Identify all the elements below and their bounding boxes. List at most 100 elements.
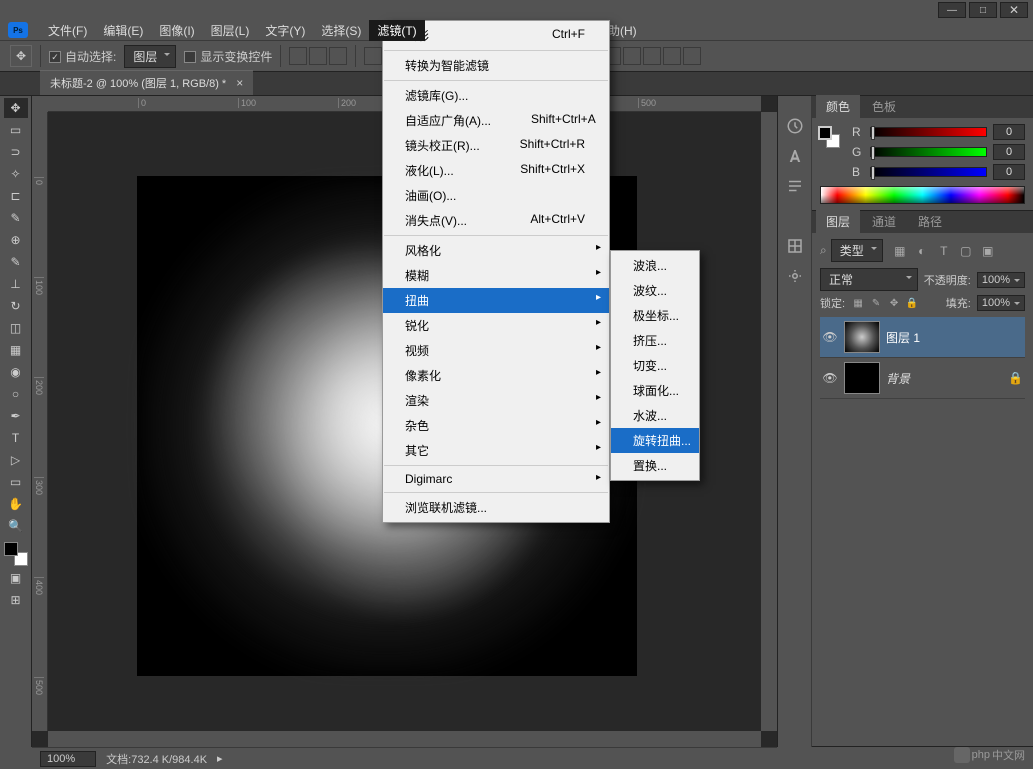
b-value[interactable]: 0 bbox=[993, 164, 1025, 180]
lock-position-icon[interactable]: ✥ bbox=[887, 296, 901, 310]
menu-file[interactable]: 文件(F) bbox=[40, 20, 95, 41]
blend-mode-dropdown[interactable]: 正常 bbox=[820, 268, 918, 291]
distort-shear[interactable]: 切变... bbox=[611, 353, 699, 378]
close-tab-icon[interactable]: × bbox=[236, 76, 243, 90]
filter-smart[interactable]: 转换为智能滤镜 bbox=[383, 53, 609, 78]
pen-tool[interactable]: ✒ bbox=[4, 406, 28, 426]
filter-sharpen[interactable]: 锐化 bbox=[383, 313, 609, 338]
b-slider[interactable] bbox=[870, 167, 987, 177]
visibility-icon[interactable]: 👁 bbox=[822, 370, 838, 386]
hand-tool[interactable]: ✋ bbox=[4, 494, 28, 514]
eyedropper-tool[interactable]: ✎ bbox=[4, 208, 28, 228]
menu-image[interactable]: 图像(I) bbox=[151, 20, 202, 41]
visibility-icon[interactable]: 👁 bbox=[822, 329, 838, 345]
channels-tab[interactable]: 通道 bbox=[862, 210, 906, 233]
filter-render[interactable]: 渲染 bbox=[383, 388, 609, 413]
filter-wideangle[interactable]: 自适应广角(A)...Shift+Ctrl+A bbox=[383, 108, 609, 133]
align-btn[interactable] bbox=[289, 47, 307, 65]
dodge-tool[interactable]: ○ bbox=[4, 384, 28, 404]
3d-btn[interactable] bbox=[643, 47, 661, 65]
history-panel-icon[interactable] bbox=[783, 114, 807, 138]
filter-lenscorrect[interactable]: 镜头校正(R)...Shift+Ctrl+R bbox=[383, 133, 609, 158]
brush-tool[interactable]: ✎ bbox=[4, 252, 28, 272]
filter-pixel-icon[interactable]: ▦ bbox=[893, 244, 907, 258]
scrollbar-vertical[interactable] bbox=[761, 112, 777, 731]
distort-twirl[interactable]: 旋转扭曲... bbox=[611, 428, 699, 453]
distort-pinch[interactable]: 挤压... bbox=[611, 328, 699, 353]
3d-btn[interactable] bbox=[683, 47, 701, 65]
distort-ripple[interactable]: 波纹... bbox=[611, 278, 699, 303]
filter-shape-icon[interactable]: ▢ bbox=[959, 244, 973, 258]
distort-displace[interactable]: 置换... bbox=[611, 453, 699, 478]
filter-oilpaint[interactable]: 油画(O)... bbox=[383, 183, 609, 208]
styles-panel-icon[interactable] bbox=[783, 234, 807, 258]
g-slider[interactable] bbox=[870, 147, 987, 157]
blur-tool[interactable]: ◉ bbox=[4, 362, 28, 382]
quick-select-tool[interactable]: ✧ bbox=[4, 164, 28, 184]
stamp-tool[interactable]: ⊥ bbox=[4, 274, 28, 294]
g-value[interactable]: 0 bbox=[993, 144, 1025, 160]
history-brush-tool[interactable]: ↻ bbox=[4, 296, 28, 316]
layer-thumbnail[interactable] bbox=[844, 321, 880, 353]
close-button[interactable]: ✕ bbox=[1000, 2, 1028, 18]
3d-btn[interactable] bbox=[623, 47, 641, 65]
lock-all-icon[interactable]: 🔒 bbox=[905, 296, 919, 310]
filter-pixelate[interactable]: 像素化 bbox=[383, 363, 609, 388]
scrollbar-horizontal[interactable] bbox=[48, 731, 761, 747]
transform-controls-checkbox[interactable]: 显示变换控件 bbox=[184, 48, 272, 65]
chevron-right-icon[interactable]: ▸ bbox=[217, 752, 223, 765]
minimize-button[interactable]: — bbox=[938, 2, 966, 18]
type-tool[interactable]: T bbox=[4, 428, 28, 448]
document-tab[interactable]: 未标题-2 @ 100% (图层 1, RGB/8) * × bbox=[40, 70, 253, 95]
distribute-btn[interactable] bbox=[364, 47, 382, 65]
menu-edit[interactable]: 编辑(E) bbox=[95, 20, 151, 41]
maximize-button[interactable]: □ bbox=[969, 2, 997, 18]
filter-browse[interactable]: 浏览联机滤镜... bbox=[383, 495, 609, 520]
filter-video[interactable]: 视频 bbox=[383, 338, 609, 363]
filter-digimarc[interactable]: Digimarc bbox=[383, 468, 609, 490]
lock-pixels-icon[interactable]: ✎ bbox=[869, 296, 883, 310]
layer-thumbnail[interactable] bbox=[844, 362, 880, 394]
distort-spherize[interactable]: 球面化... bbox=[611, 378, 699, 403]
move-tool[interactable]: ✥ bbox=[4, 98, 28, 118]
filter-gallery[interactable]: 滤镜库(G)... bbox=[383, 83, 609, 108]
shape-tool[interactable]: ▭ bbox=[4, 472, 28, 492]
zoom-tool[interactable]: 🔍 bbox=[4, 516, 28, 536]
distort-zigzag[interactable]: 水波... bbox=[611, 403, 699, 428]
quick-mask-tool[interactable]: ▣ bbox=[4, 568, 28, 588]
ruler-vertical[interactable]: 0 100 200 300 400 500 bbox=[32, 112, 48, 731]
menu-filter[interactable]: 滤镜(T) bbox=[369, 20, 424, 41]
distort-wave[interactable]: 波浪... bbox=[611, 253, 699, 278]
foreground-background-swatch[interactable] bbox=[4, 542, 28, 566]
adjustments-panel-icon[interactable] bbox=[783, 264, 807, 288]
color-tab[interactable]: 颜色 bbox=[816, 95, 860, 118]
filter-distort[interactable]: 扭曲 bbox=[383, 288, 609, 313]
layer-name[interactable]: 图层 1 bbox=[886, 329, 920, 346]
menu-select[interactable]: 选择(S) bbox=[313, 20, 369, 41]
marquee-tool[interactable]: ▭ bbox=[4, 120, 28, 140]
filter-kind-dropdown[interactable]: 类型 bbox=[831, 239, 883, 262]
screen-mode-tool[interactable]: ⊞ bbox=[4, 590, 28, 610]
lock-transparency-icon[interactable]: ▦ bbox=[851, 296, 865, 310]
filter-liquify[interactable]: 液化(L)...Shift+Ctrl+X bbox=[383, 158, 609, 183]
align-btn[interactable] bbox=[329, 47, 347, 65]
filter-blur[interactable]: 模糊 bbox=[383, 263, 609, 288]
foreground-swatch[interactable] bbox=[818, 126, 832, 140]
paragraph-panel-icon[interactable] bbox=[783, 174, 807, 198]
paths-tab[interactable]: 路径 bbox=[908, 210, 952, 233]
color-spectrum[interactable] bbox=[820, 186, 1025, 204]
layer-name[interactable]: 背景 bbox=[886, 370, 910, 387]
r-slider[interactable] bbox=[870, 127, 987, 137]
align-btn[interactable] bbox=[309, 47, 327, 65]
filter-vanish[interactable]: 消失点(V)...Alt+Ctrl+V bbox=[383, 208, 609, 233]
move-tool-icon[interactable]: ✥ bbox=[10, 45, 32, 67]
zoom-field[interactable]: 100% bbox=[40, 751, 96, 767]
auto-select-dropdown[interactable]: 图层 bbox=[124, 45, 176, 68]
filter-type-icon[interactable]: T bbox=[937, 244, 951, 258]
swatches-tab[interactable]: 色板 bbox=[862, 95, 906, 118]
filter-noise[interactable]: 杂色 bbox=[383, 413, 609, 438]
filter-other[interactable]: 其它 bbox=[383, 438, 609, 463]
gradient-tool[interactable]: ▦ bbox=[4, 340, 28, 360]
eraser-tool[interactable]: ◫ bbox=[4, 318, 28, 338]
menu-layer[interactable]: 图层(L) bbox=[203, 20, 258, 41]
